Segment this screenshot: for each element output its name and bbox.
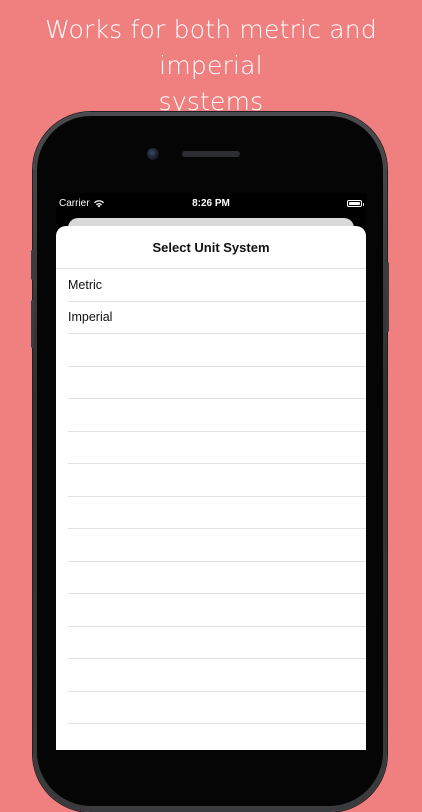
promo-headline-line-1: Works for both metric and imperial <box>45 15 377 80</box>
empty-row <box>68 432 366 464</box>
promo-headline: Works for both metric and imperial syste… <box>0 12 422 120</box>
empty-row <box>68 692 366 724</box>
phone-power-button <box>386 262 389 332</box>
phone-screen: Carrier 8:26 PM Select Unit System Metri… <box>56 193 366 750</box>
empty-row <box>68 497 366 529</box>
unit-system-sheet: Select Unit System Metric Imperial <box>56 226 366 750</box>
phone-volume-up-button <box>31 300 34 348</box>
option-metric[interactable]: Metric <box>68 269 366 302</box>
sheet-title: Select Unit System <box>152 239 270 255</box>
empty-row <box>68 594 366 627</box>
empty-row <box>68 724 366 750</box>
battery-icon <box>347 200 364 207</box>
status-bar: Carrier 8:26 PM <box>56 193 366 215</box>
phone-side-button <box>31 250 34 280</box>
empty-row <box>68 399 366 432</box>
empty-row <box>68 334 366 367</box>
speaker-icon <box>182 151 240 157</box>
empty-row <box>68 464 366 497</box>
empty-row <box>68 562 366 594</box>
sheet-header: Select Unit System <box>56 226 366 269</box>
camera-icon <box>147 148 159 160</box>
empty-row <box>68 367 366 399</box>
empty-row <box>68 627 366 659</box>
empty-row <box>68 659 366 692</box>
unit-options-list: Metric Imperial <box>56 269 366 750</box>
status-time: 8:26 PM <box>192 198 230 209</box>
option-imperial[interactable]: Imperial <box>68 302 366 334</box>
empty-row <box>68 529 366 562</box>
